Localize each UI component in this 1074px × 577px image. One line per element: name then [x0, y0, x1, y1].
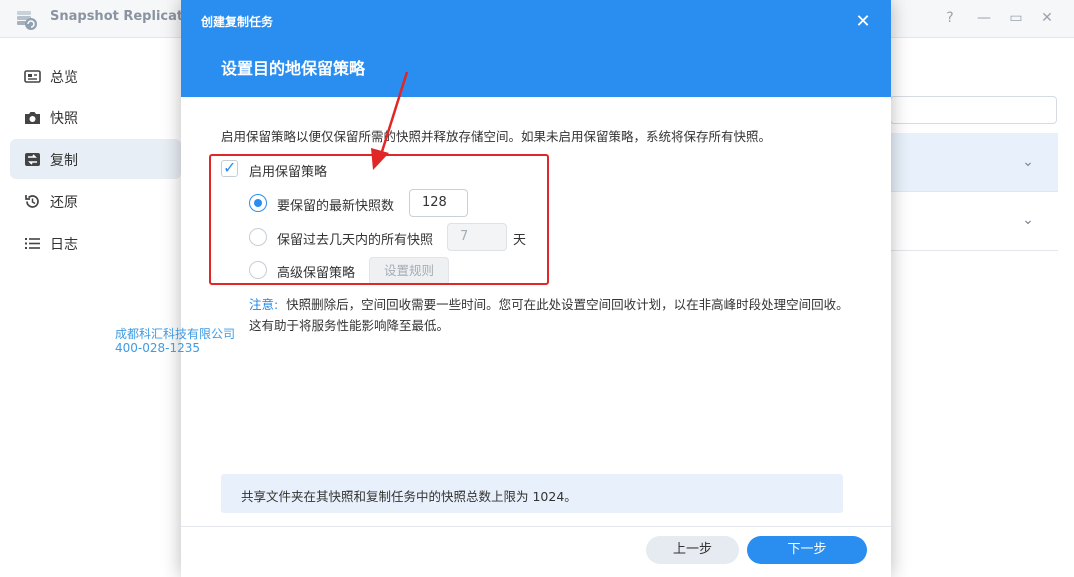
- note-label: 注意:: [249, 297, 279, 312]
- sidebar-item-label: 快照: [50, 111, 78, 127]
- note-text: 快照删除后，空间回收需要一些时间。您可在此处设置空间回收计划，以在非高峰时段处理…: [249, 297, 849, 333]
- dialog-footer-divider: [181, 526, 891, 527]
- background-row-divider: [890, 250, 1058, 251]
- minimize-icon[interactable]: —: [974, 8, 994, 28]
- sidebar-item-log[interactable]: 日志: [10, 223, 181, 263]
- restore-icon: [25, 195, 39, 208]
- dialog-step-title: 设置目的地保留策略: [221, 59, 366, 78]
- snapshot-replication-logo-icon: [17, 11, 37, 30]
- close-icon[interactable]: ✕: [853, 12, 873, 32]
- snapshot-limit-text: 共享文件夹在其快照和复制任务中的快照总数上限为 1024。: [241, 489, 577, 504]
- sidebar: 总览 快照 复制 还原 日志: [0, 38, 181, 577]
- create-replication-dialog: 创建复制任务 ✕ 设置目的地保留策略 启用保留策略以便仅保留所需的快照并释放存储…: [181, 0, 891, 577]
- policy-description: 启用保留策略以便仅保留所需的快照并释放存储空间。如果未启用保留策略，系统将保存所…: [221, 129, 772, 144]
- background-search-input[interactable]: [890, 96, 1057, 124]
- replication-icon: [25, 153, 40, 166]
- sidebar-item-label: 复制: [50, 153, 78, 169]
- dialog-window-title: 创建复制任务: [201, 15, 274, 29]
- sidebar-item-replication[interactable]: 复制: [10, 139, 181, 179]
- sidebar-item-overview[interactable]: 总览: [10, 56, 181, 96]
- snapshot-limit-banner: 共享文件夹在其快照和复制任务中的快照总数上限为 1024。: [221, 474, 843, 513]
- previous-button[interactable]: 上一步: [646, 536, 739, 564]
- chevron-down-icon[interactable]: ⌄: [1020, 212, 1036, 228]
- chevron-down-icon[interactable]: ⌄: [1020, 154, 1036, 170]
- watermark-phone: 400-028-1235: [115, 341, 201, 355]
- annotation-highlight-box: [209, 154, 549, 285]
- sidebar-item-restore[interactable]: 还原: [10, 181, 181, 221]
- watermark-company: 成都科汇科技有限公司: [115, 327, 236, 341]
- next-button[interactable]: 下一步: [747, 536, 867, 564]
- help-icon[interactable]: ?: [940, 8, 960, 28]
- camera-icon: [25, 112, 40, 124]
- dialog-header: 创建复制任务 ✕ 设置目的地保留策略: [181, 0, 891, 97]
- sidebar-item-label: 日志: [50, 237, 78, 253]
- space-reclaim-note: 注意: 快照删除后，空间回收需要一些时间。您可在此处设置空间回收计划，以在非高峰…: [249, 294, 849, 336]
- sidebar-item-label: 还原: [50, 195, 78, 211]
- maximize-icon[interactable]: ▭: [1006, 8, 1026, 28]
- log-icon: [25, 238, 40, 249]
- watermark: 成都科汇科技有限公司 400-028-1235: [115, 327, 235, 355]
- background-row-divider: [890, 191, 1058, 192]
- sidebar-item-label: 总览: [50, 70, 78, 86]
- window-close-icon[interactable]: ✕: [1037, 8, 1057, 28]
- sidebar-item-snapshots[interactable]: 快照: [10, 97, 181, 137]
- overview-icon: [24, 70, 41, 83]
